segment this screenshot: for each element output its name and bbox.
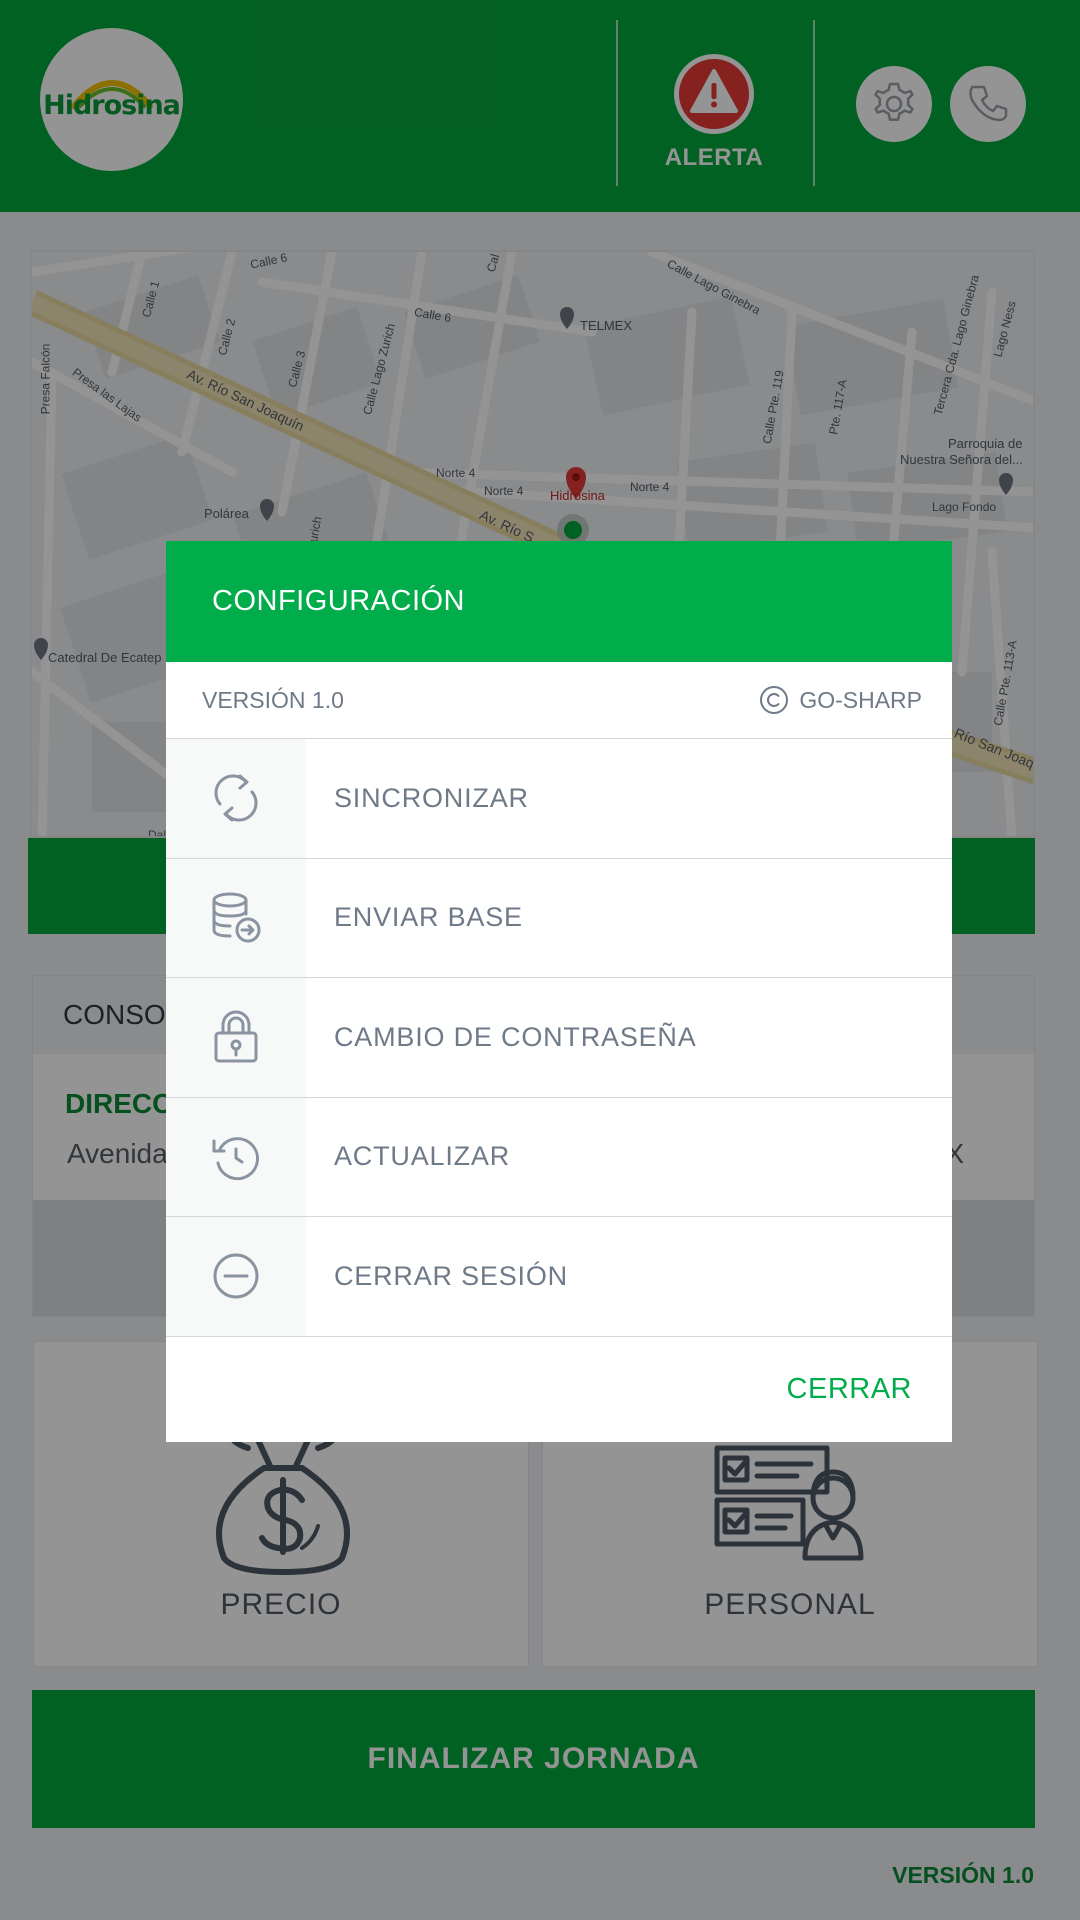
dialog-title: CONFIGURACIÓN — [166, 541, 952, 662]
refresh-icon — [212, 1136, 259, 1180]
sync-icon — [214, 774, 258, 822]
dialog-version-label: VERSIÓN 1.0 — [202, 686, 344, 713]
database-send-icon — [212, 892, 261, 943]
menu-item-label: CERRAR SESIÓN — [334, 1260, 568, 1291]
menu-item-change-password[interactable]: CAMBIO DE CONTRASEÑA — [166, 978, 952, 1098]
brand-name: GO-SHARP — [799, 686, 922, 713]
menu-item-label: ENVIAR BASE — [334, 902, 523, 933]
menu-icon-cell — [166, 978, 306, 1097]
dialog-footer: CERRAR — [166, 1337, 952, 1443]
lock-icon — [214, 1010, 258, 1063]
close-button[interactable]: CERRAR — [787, 1373, 912, 1406]
menu-item-label: SINCRONIZAR — [334, 782, 529, 813]
menu-item-label: CAMBIO DE CONTRASEÑA — [334, 1021, 697, 1052]
menu-item-update[interactable]: ACTUALIZAR — [166, 1097, 952, 1217]
dialog-meta-row: VERSIÓN 1.0 GO-SHARP — [166, 662, 952, 739]
menu-item-logout[interactable]: CERRAR SESIÓN — [166, 1217, 952, 1337]
menu-item-send-database[interactable]: ENVIAR BASE — [166, 858, 952, 978]
menu-icon-cell — [166, 739, 306, 858]
menu-icon-cell — [166, 1097, 306, 1216]
menu-icon-cell — [166, 1217, 306, 1336]
menu-icon-cell — [166, 858, 306, 977]
minus-circle-icon — [213, 1253, 259, 1299]
copyright-brand: GO-SHARP — [759, 685, 922, 715]
copyright-icon — [760, 686, 789, 714]
menu-item-sync[interactable]: SINCRONIZAR — [166, 739, 952, 859]
menu-item-label: ACTUALIZAR — [334, 1141, 511, 1172]
settings-dialog: CONFIGURACIÓN VERSIÓN 1.0 GO-SHARP SINCR… — [166, 541, 952, 1442]
